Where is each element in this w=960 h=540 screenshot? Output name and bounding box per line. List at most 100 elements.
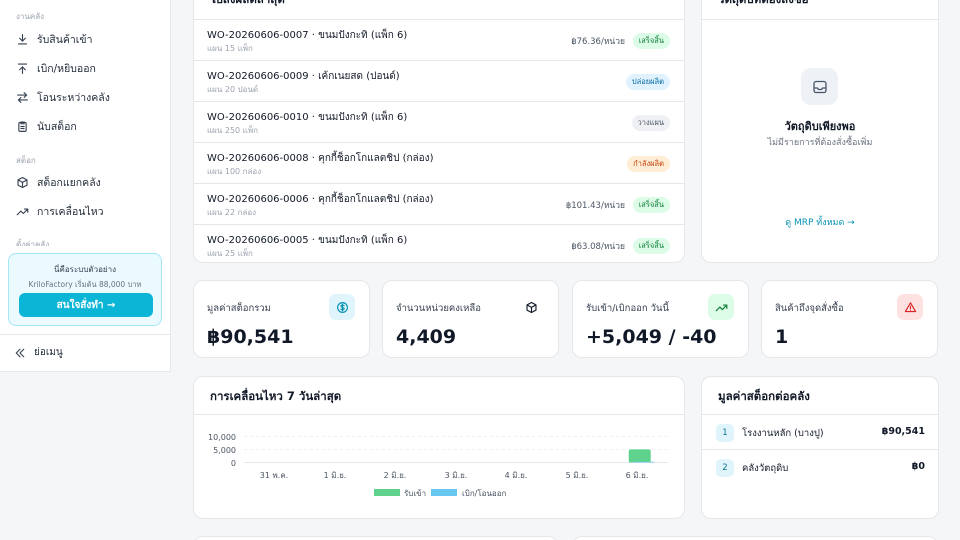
empty-state-subtitle: ไม่มีรายการที่ต้องสั่งซื้อเพิ่ม bbox=[767, 138, 873, 148]
warehouse-value: ฿90,541 bbox=[881, 426, 925, 437]
warehouse-value-card: มูลค่าสต็อกต่อคลัง 1 โรงงานหลัก (บางปู) … bbox=[701, 376, 939, 519]
legend-label: เบิก/โอนออก bbox=[462, 488, 507, 498]
stat-card-reorder: สินค้าถึงจุดสั่งซื้อ 1 bbox=[761, 280, 938, 358]
order-unit-cost: ฿63.08/หน่วย bbox=[571, 242, 625, 252]
order-title: WO-20260606-0005 · ขนมปังกะทิ (แพ็ก 6) bbox=[207, 235, 408, 246]
order-title: WO-20260606-0009 · เค้กเนยสด (ปอนด์) bbox=[207, 71, 400, 82]
sidebar-item-label: โอนระหว่างคลัง bbox=[37, 91, 110, 104]
movement-title: การเคลื่อนไหว 7 วันล่าสุด bbox=[194, 377, 684, 415]
stat-card-stock-value: มูลค่าสต็อกรวม ฿90,541 bbox=[193, 280, 370, 358]
order-plan: แผน 25 แพ็ก bbox=[207, 249, 253, 258]
status-badge: ปล่อยผลิต bbox=[625, 74, 670, 90]
dollar-icon bbox=[329, 294, 355, 320]
sidebar-section-stock: สต็อก bbox=[16, 156, 36, 165]
order-title: WO-20260606-0006 · คุกกี้ช็อกโกแลตชิป (ก… bbox=[207, 194, 434, 205]
alert-icon bbox=[897, 294, 923, 320]
sidebar-item-count[interactable]: นับสต็อก bbox=[16, 115, 166, 137]
download-icon bbox=[17, 33, 28, 45]
sidebar-section-settings: ตั้งค่าคลัง bbox=[16, 240, 50, 246]
promo-subtitle: KrilоFactory เริ่มต้น 88,000 บาท bbox=[28, 280, 142, 289]
legend-swatch-in bbox=[374, 489, 400, 496]
order-unit-cost: ฿101.43/หน่วย bbox=[565, 201, 625, 211]
bottom-card-right bbox=[572, 536, 938, 540]
materials-title: วัตถุดิบที่ต้องสั่งซื้อ bbox=[702, 0, 938, 20]
sidebar-section-warehouse: งานคลัง bbox=[16, 12, 45, 21]
contact-button[interactable]: สนใจสั่งทำ → bbox=[19, 293, 153, 317]
collapse-label: ย่อเมนู bbox=[34, 347, 63, 358]
recent-orders-card: ใบสั่งผลิตล่าสุด WO-20260606-0007 · ขนมป… bbox=[193, 0, 685, 263]
sidebar-divider bbox=[0, 334, 171, 335]
y-tick-label: 10,000 bbox=[208, 433, 236, 442]
sidebar-item-label: นับสต็อก bbox=[37, 120, 77, 133]
list-item[interactable]: WO-20260606-0005 · ขนมปังกะทิ (แพ็ก 6) แ… bbox=[194, 225, 684, 266]
stat-value: ฿90,541 bbox=[207, 326, 294, 348]
clipboard-icon bbox=[18, 120, 27, 132]
trending-up-icon bbox=[708, 294, 734, 320]
demo-promo: นี่คือระบบตัวอย่าง KrilоFactory เริ่มต้น… bbox=[8, 253, 162, 326]
materials-card: วัตถุดิบที่ต้องสั่งซื้อ วัตถุดิบเพียงพอ … bbox=[701, 0, 939, 263]
trending-up-icon bbox=[16, 207, 29, 215]
bottom-card-left bbox=[193, 536, 558, 540]
collapse-menu-button[interactable]: ย่อเมนู bbox=[14, 345, 63, 360]
status-badge: วางแผน bbox=[631, 115, 670, 131]
chevrons-left-icon bbox=[15, 348, 25, 357]
box-icon bbox=[17, 176, 28, 188]
list-item[interactable]: WO-20260606-0007 · ขนมปังกะทิ (แพ็ก 6) แ… bbox=[194, 20, 684, 61]
sidebar: งานคลัง รับสินค้าเข้า เบิก/หยิบออก โอนระ… bbox=[0, 0, 171, 372]
stat-value: +5,049 / -40 bbox=[586, 326, 717, 348]
chart-bar bbox=[632, 461, 655, 463]
box-icon bbox=[518, 294, 544, 320]
order-title: WO-20260606-0010 · ขนมปังกะทิ (แพ็ก 6) bbox=[207, 112, 408, 123]
list-item[interactable]: WO-20260606-0008 · คุกกี้ช็อกโกแลตชิป (ก… bbox=[194, 143, 684, 184]
chart-bar bbox=[628, 449, 651, 463]
order-plan: แผน 100 กล่อง bbox=[207, 167, 262, 176]
x-tick-label: 3 มิ.ย. bbox=[445, 471, 468, 480]
transfer-icon bbox=[17, 91, 28, 103]
row-number: 1 bbox=[716, 424, 734, 442]
sidebar-item-label: รับสินค้าเข้า bbox=[37, 33, 93, 46]
stat-value: 1 bbox=[775, 326, 789, 348]
order-unit-cost: ฿76.36/หน่วย bbox=[571, 37, 625, 47]
warehouse-value-title: มูลค่าสต็อกต่อคลัง bbox=[702, 377, 938, 415]
movement-chart: 10,000 5,000 0 31 พ.ค. 1 มิ.ย. 2 มิ.ย. 3… bbox=[208, 433, 668, 498]
sidebar-item-label: การเคลื่อนไหว bbox=[37, 205, 104, 218]
x-tick-label: 1 มิ.ย. bbox=[324, 471, 347, 480]
bars-group bbox=[628, 449, 655, 463]
empty-state-title: วัตถุดิบเพียงพอ bbox=[784, 120, 856, 133]
order-plan: แผน 20 ปอนด์ bbox=[207, 85, 259, 94]
inbox-icon bbox=[801, 68, 838, 105]
x-tick-label: 6 มิ.ย. bbox=[626, 471, 649, 480]
row-number: 2 bbox=[716, 459, 734, 477]
y-tick-label: 5,000 bbox=[213, 446, 236, 455]
stat-card-in-out-today: รับเข้า/เบิกออก วันนี้ +5,049 / -40 bbox=[572, 280, 749, 358]
x-tick-label: 31 พ.ค. bbox=[260, 471, 288, 480]
x-tick-label: 4 มิ.ย. bbox=[505, 471, 528, 480]
warehouse-name: คลังวัตถุดิบ bbox=[742, 463, 789, 474]
list-item[interactable]: WO-20260606-0010 · ขนมปังกะทิ (แพ็ก 6) แ… bbox=[194, 102, 684, 143]
list-item[interactable]: WO-20260606-0009 · เค้กเนยสด (ปอนด์) แผน… bbox=[194, 61, 684, 102]
order-plan: แผน 15 แพ็ก bbox=[207, 44, 253, 53]
order-title: WO-20260606-0007 · ขนมปังกะทิ (แพ็ก 6) bbox=[207, 30, 408, 41]
sidebar-item-pick[interactable]: เบิก/หยิบออก bbox=[16, 57, 166, 79]
y-tick-label: 0 bbox=[231, 459, 236, 468]
sidebar-item-movement[interactable]: การเคลื่อนไหว bbox=[16, 200, 166, 222]
status-badge: เสร็จสิ้น bbox=[632, 33, 670, 49]
stat-label: จำนวนหน่วยคงเหลือ bbox=[396, 303, 481, 314]
sidebar-item-label: เบิก/หยิบออก bbox=[37, 62, 96, 75]
list-item[interactable]: WO-20260606-0006 · คุกกี้ช็อกโกแลตชิป (ก… bbox=[194, 184, 684, 225]
sidebar-item-stock-by-warehouse[interactable]: สต็อกแยกคลัง bbox=[16, 171, 166, 193]
warehouse-value: ฿0 bbox=[911, 461, 925, 472]
stat-label: รับเข้า/เบิกออก วันนี้ bbox=[586, 303, 669, 314]
table-row[interactable]: 2 คลังวัตถุดิบ ฿0 bbox=[702, 450, 938, 485]
sidebar-item-receive[interactable]: รับสินค้าเข้า bbox=[16, 28, 166, 50]
stat-label: มูลค่าสต็อกรวม bbox=[207, 303, 271, 314]
sidebar-item-transfer[interactable]: โอนระหว่างคลัง bbox=[16, 86, 166, 108]
warehouse-name: โรงงานหลัก (บางปู) bbox=[742, 428, 824, 439]
view-mrp-link[interactable]: ดู MRP ทั้งหมด → bbox=[702, 215, 938, 229]
stat-label: สินค้าถึงจุดสั่งซื้อ bbox=[775, 303, 844, 314]
order-plan: แผน 22 กล่อง bbox=[207, 208, 257, 217]
promo-title: นี่คือระบบตัวอย่าง bbox=[54, 265, 116, 274]
x-tick-label: 5 มิ.ย. bbox=[566, 471, 589, 480]
table-row[interactable]: 1 โรงงานหลัก (บางปู) ฿90,541 bbox=[702, 415, 938, 450]
recent-orders-title: ใบสั่งผลิตล่าสุด bbox=[194, 0, 684, 20]
